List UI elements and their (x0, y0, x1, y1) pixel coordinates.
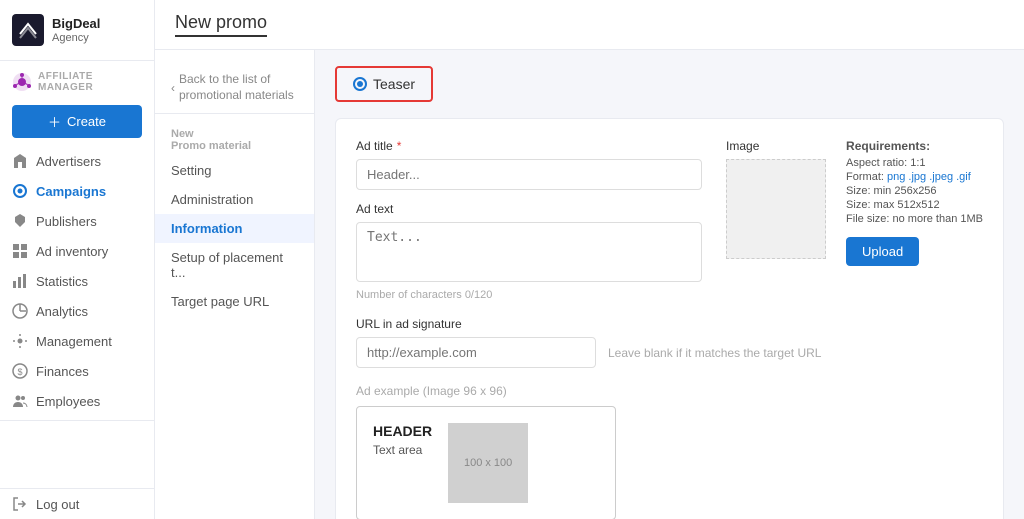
required-star: * (397, 139, 402, 153)
left-panel-item-target-url[interactable]: Target page URL (155, 287, 314, 316)
left-panel-item-setting[interactable]: Setting (155, 156, 314, 185)
management-icon (12, 333, 28, 349)
requirements-col: Requirements: Aspect ratio: 1:1 Format: … (846, 139, 983, 301)
employees-icon (12, 393, 28, 409)
sidebar-item-finances[interactable]: $ Finances (0, 356, 154, 386)
url-row: URL in ad signature Leave blank if it ma… (356, 317, 983, 368)
logo-name: BigDeal (52, 16, 100, 32)
nav-divider (0, 420, 154, 421)
ad-text-textarea[interactable] (356, 222, 702, 282)
url-label: URL in ad signature (356, 317, 983, 331)
ad-example-box: HEADER Text area 100 x 100 (356, 406, 616, 519)
promo-section-label: New Promo material (155, 122, 314, 156)
image-col: Image (726, 139, 826, 301)
form-panel: Teaser Ad title * (315, 50, 1024, 519)
sidebar-item-employees[interactable]: Employees (0, 386, 154, 416)
finances-icon: $ (12, 363, 28, 379)
logo-icon (12, 14, 44, 46)
sidebar-item-management[interactable]: Management (0, 326, 154, 356)
sidebar-item-statistics[interactable]: Statistics (0, 266, 154, 296)
form-left-col: Ad title * Ad text Number of characters … (356, 139, 702, 301)
image-label: Image (726, 139, 826, 153)
ad-example-text: HEADER Text area (373, 423, 432, 457)
left-panel-item-setup-placement[interactable]: Setup of placement t... (155, 243, 314, 287)
url-input-row: Leave blank if it matches the target URL (356, 337, 983, 368)
sidebar-item-ad-inventory[interactable]: Ad inventory (0, 236, 154, 266)
sidebar-item-campaigns[interactable]: Campaigns (0, 176, 154, 206)
tab-radio-icon (353, 77, 367, 91)
form-main-row: Ad title * Ad text Number of characters … (356, 139, 983, 301)
sidebar-item-logout[interactable]: Log out (0, 489, 154, 519)
advertisers-icon (12, 153, 28, 169)
back-link[interactable]: ‹ Back to the list of promotional materi… (155, 62, 314, 114)
main-content: New promo ‹ Back to the list of promotio… (155, 0, 1024, 519)
ad-inventory-icon (12, 243, 28, 259)
analytics-icon (12, 303, 28, 319)
ad-example-label: Ad example (Image 96 x 96) (356, 384, 983, 398)
form-card: Ad title * Ad text Number of characters … (335, 118, 1004, 519)
content-area: ‹ Back to the list of promotional materi… (155, 50, 1024, 519)
logo-sub: Agency (52, 32, 100, 44)
logo-area: BigDeal Agency (0, 0, 154, 61)
image-placeholder (726, 159, 826, 259)
affiliate-icon (12, 72, 32, 92)
ad-title-input[interactable] (356, 159, 702, 190)
url-hint: Leave blank if it matches the target URL (608, 346, 821, 368)
publishers-icon (12, 213, 28, 229)
logout-icon (12, 496, 28, 512)
url-input[interactable] (356, 337, 596, 368)
back-arrow-icon: ‹ (171, 81, 175, 95)
char-count: Number of characters 0/120 (356, 289, 702, 301)
req-size-min: Size: min 256x256 (846, 185, 983, 197)
affiliate-section: AFFILIATE MANAGER (0, 61, 154, 97)
left-panel: ‹ Back to the list of promotional materi… (155, 50, 315, 519)
tab-teaser[interactable]: Teaser (335, 66, 433, 102)
ad-title-label: Ad title * (356, 139, 702, 153)
ad-example-image-thumb: 100 x 100 (448, 423, 528, 503)
sidebar-item-advertisers[interactable]: Advertisers (0, 146, 154, 176)
statistics-icon (12, 273, 28, 289)
sidebar-bottom: Log out (0, 488, 154, 519)
plus-icon: ＋ (48, 112, 61, 131)
ad-example-header: HEADER (373, 423, 432, 439)
requirements-title: Requirements: (846, 139, 983, 153)
req-file-size: File size: no more than 1MB (846, 213, 983, 225)
svg-text:$: $ (18, 367, 23, 377)
left-panel-item-information[interactable]: Information (155, 214, 314, 243)
req-format: Format: png .jpg .jpeg .gif (846, 171, 983, 183)
ad-text-label: Ad text (356, 202, 702, 216)
image-section: Image Requirements: Aspect ratio: 1:1 Fo… (726, 139, 983, 301)
left-panel-item-administration[interactable]: Administration (155, 185, 314, 214)
page-title: New promo (175, 12, 267, 37)
sidebar-item-analytics[interactable]: Analytics (0, 296, 154, 326)
req-aspect: Aspect ratio: 1:1 (846, 157, 983, 169)
sidebar: BigDeal Agency AFFILIATE MANAGER ＋ Creat… (0, 0, 155, 519)
topbar: New promo (155, 0, 1024, 50)
sidebar-item-publishers[interactable]: Publishers (0, 206, 154, 236)
ad-example-section: Ad example (Image 96 x 96) HEADER Text a… (356, 384, 983, 519)
campaigns-icon (12, 183, 28, 199)
create-button[interactable]: ＋ Create (12, 105, 142, 138)
req-size-max: Size: max 512x512 (846, 199, 983, 211)
tab-bar: Teaser (335, 66, 1004, 102)
upload-button[interactable]: Upload (846, 237, 919, 266)
ad-example-body: Text area (373, 443, 432, 457)
